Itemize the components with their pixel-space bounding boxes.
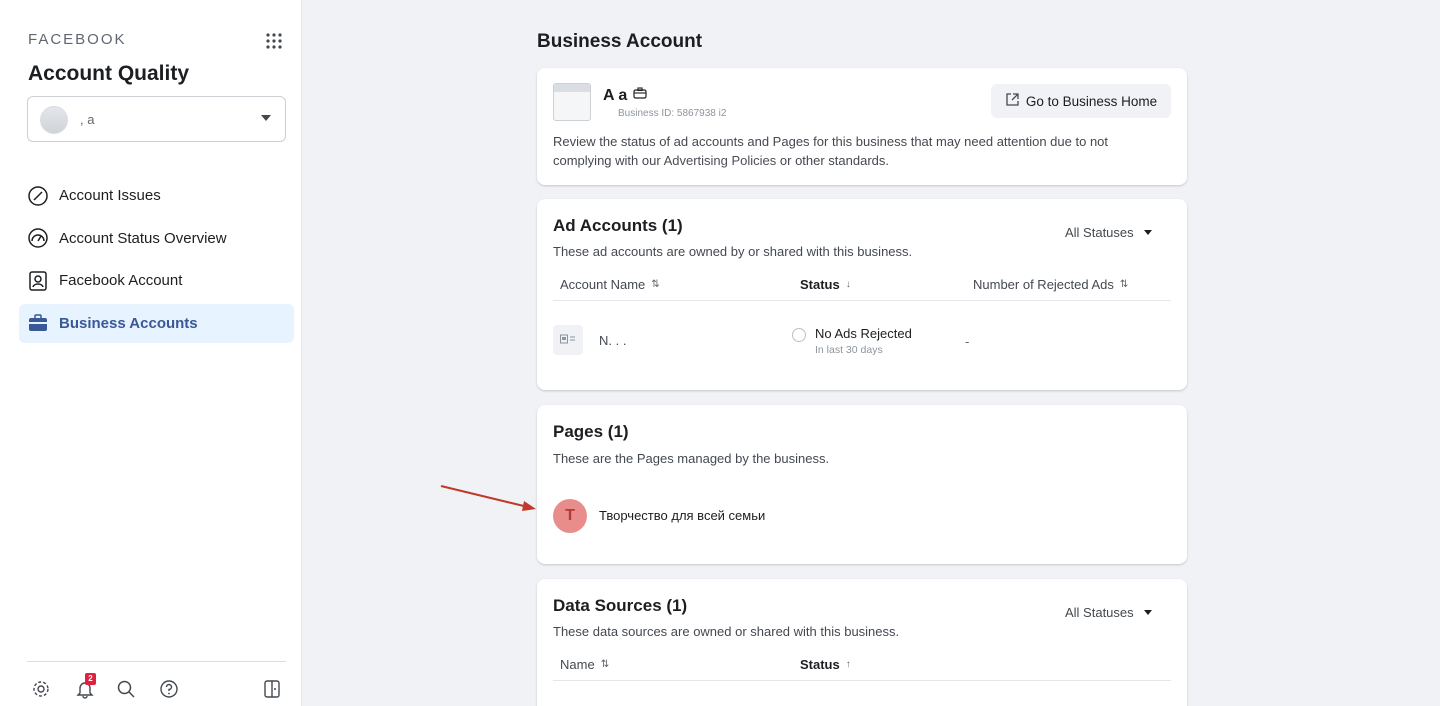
ad-accounts-subtitle: These ad accounts are owned by or shared… — [553, 244, 913, 259]
ad-account-icon — [553, 325, 583, 355]
arrow-up-icon: ↑ — [845, 659, 851, 670]
notification-badge: 2 — [85, 673, 96, 685]
advertising-policies-link[interactable]: Advertising Policies — [664, 153, 777, 168]
sidebar-item-facebook-account[interactable]: Facebook Account — [19, 261, 294, 300]
page-avatar: T — [553, 499, 587, 533]
status-filter-dropdown[interactable]: All Statuses — [1065, 605, 1152, 620]
profile-card-icon — [27, 270, 49, 292]
arrow-down-icon: ↓ — [845, 279, 851, 290]
brand-label: FACEBOOK — [28, 31, 127, 48]
data-sources-title: Data Sources (1) — [553, 596, 688, 615]
panel-toggle-icon[interactable] — [261, 678, 283, 700]
page-title: Account Quality — [28, 62, 190, 85]
pages-title: Pages (1) — [553, 422, 629, 441]
page-name-link[interactable]: Творчество для всей семьи — [599, 508, 765, 523]
status-filter-dropdown[interactable]: All Statuses — [1065, 225, 1152, 240]
go-to-business-home-button[interactable]: Go to Business Home — [991, 84, 1171, 118]
description-text-end: or other standards. — [776, 153, 890, 168]
column-label: Status — [800, 277, 840, 292]
sidebar-item-business-accounts[interactable]: Business Accounts — [19, 303, 294, 343]
business-card: A a Business ID: 5867938 i2 Go to Busine… — [537, 68, 1187, 185]
ad-account-status-period: In last 30 days — [815, 344, 883, 356]
sidebar-item-label: Account Issues — [59, 187, 161, 204]
divider — [553, 300, 1171, 301]
status-filter-label: All Statuses — [1065, 605, 1134, 620]
business-name-row: A a — [603, 86, 647, 105]
data-sources-subtitle: These data sources are owned or shared w… — [553, 624, 900, 639]
business-description: Review the status of ad accounts and Pag… — [553, 132, 1163, 170]
sidebar-item-account-issues[interactable]: Account Issues — [19, 176, 294, 215]
column-header-account-name[interactable]: Account Name ⇅ — [560, 277, 660, 292]
gauge-icon — [27, 227, 49, 249]
sidebar: FACEBOOK Account Quality , a Account Iss… — [0, 0, 302, 706]
sidebar-footer: 2 — [27, 661, 286, 706]
go-home-label: Go to Business Home — [1025, 93, 1158, 109]
gear-icon[interactable] — [30, 678, 52, 700]
column-header-rejected-ads[interactable]: Number of Rejected Ads ⇅ — [973, 277, 1128, 292]
pages-subtitle: These are the Pages managed by the busin… — [553, 451, 830, 466]
avatar — [40, 106, 68, 134]
help-icon[interactable] — [158, 678, 180, 700]
section-title: Business Account — [537, 31, 703, 52]
external-link-icon — [1005, 92, 1020, 110]
account-selector-name: , a — [80, 112, 95, 127]
caret-down-icon — [1143, 610, 1152, 615]
sidebar-item-label: Facebook Account — [59, 272, 183, 289]
column-header-status[interactable]: Status ↓ — [800, 277, 851, 292]
column-header-name[interactable]: Name ⇅ — [560, 657, 609, 672]
account-selector[interactable]: , a — [27, 96, 286, 142]
ad-accounts-title: Ad Accounts (1) — [553, 216, 683, 235]
sort-icon: ⇅ — [1119, 279, 1129, 290]
business-name: A a — [603, 86, 628, 104]
app-grid-icon[interactable] — [264, 31, 284, 51]
sidebar-item-label: Business Accounts — [59, 314, 198, 332]
briefcase-outline-icon — [633, 86, 647, 105]
chevron-down-icon — [261, 115, 271, 121]
caret-down-icon — [1143, 230, 1152, 235]
annotation-arrow-icon — [440, 485, 536, 511]
sidebar-item-account-status-overview[interactable]: Account Status Overview — [19, 219, 294, 258]
column-label: Number of Rejected Ads — [973, 277, 1114, 292]
sort-icon: ⇅ — [651, 279, 660, 290]
briefcase-icon — [27, 312, 49, 334]
slash-circle-icon — [27, 185, 49, 207]
column-label: Account Name — [560, 277, 646, 292]
pages-card: Pages (1) These are the Pages managed by… — [537, 405, 1187, 564]
ad-account-status: No Ads Rejected — [815, 326, 912, 341]
ad-account-name[interactable]: N. . . — [599, 333, 626, 348]
data-sources-card: Data Sources (1) These data sources are … — [537, 579, 1187, 706]
search-icon[interactable] — [115, 678, 137, 700]
sidebar-item-label: Account Status Overview — [59, 229, 227, 247]
bell-icon[interactable]: 2 — [74, 673, 96, 700]
business-logo — [553, 83, 591, 121]
ad-accounts-card: Ad Accounts (1) These ad accounts are ow… — [537, 199, 1187, 390]
column-header-status[interactable]: Status ↑ — [800, 657, 851, 672]
status-filter-label: All Statuses — [1065, 225, 1134, 240]
column-label: Name — [560, 657, 595, 672]
sidebar-nav: Account Issues Account Status Overview F… — [19, 176, 294, 346]
sort-icon: ⇅ — [600, 659, 610, 670]
divider — [553, 680, 1171, 681]
column-label: Status — [800, 657, 840, 672]
rejected-ads-count: - — [965, 334, 970, 349]
status-circle-icon — [792, 328, 806, 342]
business-id: Business ID: 5867938 i2 — [618, 108, 727, 119]
